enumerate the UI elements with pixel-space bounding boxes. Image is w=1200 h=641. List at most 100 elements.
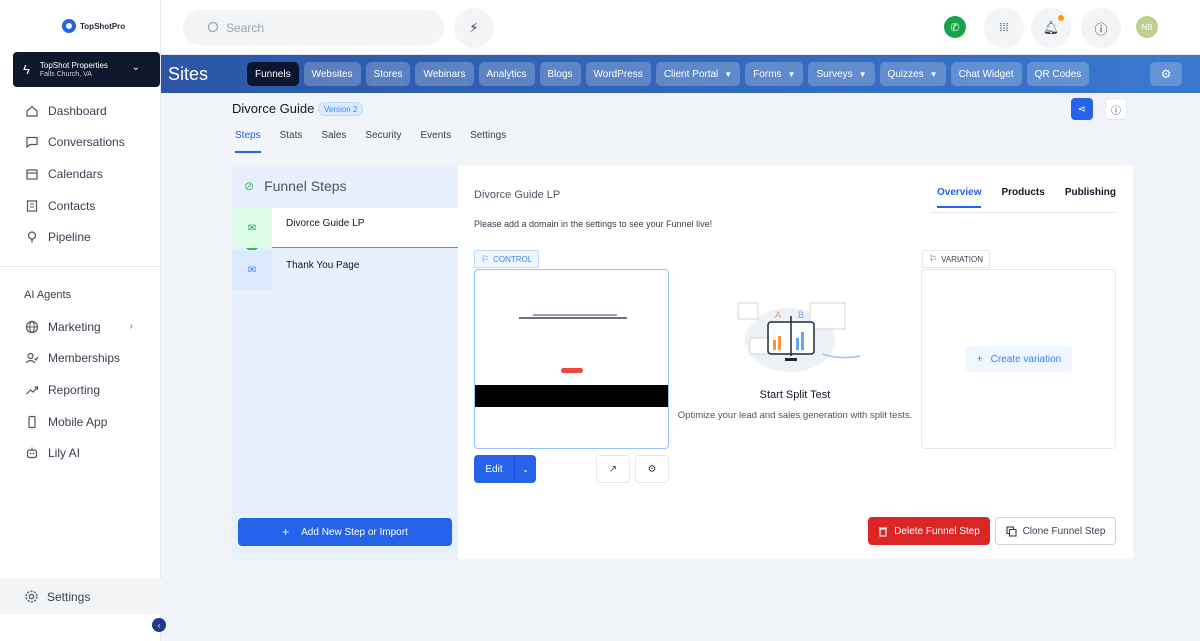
tab-products[interactable]: Products xyxy=(1001,187,1044,208)
tab-stats[interactable]: Stats xyxy=(280,130,303,153)
phone-icon: ✆ xyxy=(950,21,960,34)
help-button[interactable]: ⓘ xyxy=(1081,8,1121,48)
logo-icon xyxy=(62,19,76,33)
share-icon: ⋖ xyxy=(1077,103,1087,115)
notifications-button[interactable]: 🔔︎ xyxy=(1031,8,1071,48)
preview-headline xyxy=(533,314,617,316)
sidebar-item-label: Pipeline xyxy=(48,230,91,245)
account-location: Falls Church, VA xyxy=(39,71,92,78)
svg-text:A: A xyxy=(775,310,781,320)
tab-steps[interactable]: Steps xyxy=(235,130,261,153)
step-settings-button[interactable]: ⚙ xyxy=(635,455,669,483)
funnel-title: Divorce Guide xyxy=(232,101,315,116)
step-view-tabs: Overview Products Publishing xyxy=(937,187,1136,208)
tab-webinars[interactable]: Webinars xyxy=(415,62,474,86)
version-badge[interactable]: Version 2 xyxy=(318,102,364,116)
flag-icon: ⚐ xyxy=(481,253,490,264)
sidebar-item-pipeline[interactable]: Pipeline xyxy=(0,221,161,253)
chevron-down-icon[interactable]: ⌄ xyxy=(515,465,536,474)
tab-publishing[interactable]: Publishing xyxy=(1065,187,1116,208)
step-label: Thank You Page xyxy=(286,260,360,271)
sidebar-item-label: Calendars xyxy=(48,166,103,181)
lightning-icon: ⚡︎ xyxy=(469,20,479,35)
trend-icon xyxy=(24,382,40,398)
control-label: CONTROL xyxy=(493,254,533,264)
sidebar-item-mobile-app[interactable]: Mobile App xyxy=(0,406,161,438)
share-button[interactable]: ⋖ xyxy=(1071,98,1093,120)
open-preview-button[interactable]: ↗ xyxy=(596,455,630,483)
step-item-thank-you-page[interactable]: ✉ Thank You Page xyxy=(232,250,458,290)
brand-name: TopShotPro xyxy=(80,21,126,31)
tab-funnels[interactable]: Funnels xyxy=(247,62,299,86)
tab-settings[interactable]: Settings xyxy=(470,130,506,153)
tab-blogs[interactable]: Blogs xyxy=(539,62,581,86)
tab-sales[interactable]: Sales xyxy=(321,130,346,153)
sidebar-item-reporting[interactable]: Reporting xyxy=(0,374,161,406)
tab-events[interactable]: Events xyxy=(421,130,452,153)
sidebar-item-settings[interactable]: Settings xyxy=(0,579,161,614)
account-switcher[interactable]: ϟ TopShot Properties Falls Church, VA ⌄ xyxy=(13,52,160,87)
tab-stores[interactable]: Stores xyxy=(365,62,411,86)
apps-menu-button[interactable]: ⁞⁞⁞ xyxy=(984,8,1024,48)
svg-text:B: B xyxy=(798,310,804,320)
funnel-tabs: Steps Stats Sales Security Events Settin… xyxy=(235,130,525,153)
check-circle-icon: ⊘ xyxy=(244,179,255,193)
create-variation-button[interactable]: + Create variation xyxy=(966,346,1072,372)
delete-step-label: Delete Funnel Step xyxy=(894,525,980,537)
notification-dot xyxy=(1058,15,1064,21)
plus-icon: + xyxy=(976,353,983,365)
tab-websites[interactable]: Websites xyxy=(303,62,361,86)
trash-icon xyxy=(878,526,888,537)
sidebar-item-lily-ai[interactable]: Lily AI xyxy=(0,437,161,469)
variation-label: VARIATION xyxy=(941,254,984,264)
tab-security[interactable]: Security xyxy=(365,130,401,153)
sidebar-item-calendars[interactable]: Calendars xyxy=(0,158,161,190)
preview-subline xyxy=(519,317,627,319)
tab-surveys[interactable]: Surveys ▼ xyxy=(808,62,875,86)
tab-label: Quizzes xyxy=(887,68,924,80)
brand-logo[interactable]: TopShotPro xyxy=(62,19,125,33)
sidebar-item-label: Dashboard xyxy=(48,103,107,118)
chevron-left-icon: ‹ xyxy=(157,620,161,630)
page-preview-thumbnail[interactable] xyxy=(474,269,669,449)
bell-icon: 🔔︎ xyxy=(1042,20,1060,35)
quick-action-button[interactable]: ⚡︎ xyxy=(454,8,494,48)
membership-icon xyxy=(24,350,40,366)
sidebar-item-label: Lily AI xyxy=(48,446,81,461)
sidebar-section-label[interactable]: AI Agents xyxy=(24,289,71,301)
grid-icon: ⁞⁞⁞ xyxy=(999,22,1009,34)
tab-overview[interactable]: Overview xyxy=(937,187,982,208)
tab-label: Surveys xyxy=(816,68,853,80)
chevron-right-icon: › xyxy=(129,321,133,333)
avatar[interactable]: NB xyxy=(1136,16,1158,38)
sidebar-item-memberships[interactable]: Memberships xyxy=(0,343,161,375)
sidebar-item-marketing[interactable]: Marketing › xyxy=(0,311,161,343)
tab-chat-widget[interactable]: Chat Widget xyxy=(950,62,1022,86)
edit-button[interactable]: Edit ⌄ xyxy=(474,455,536,483)
sidebar-item-dashboard[interactable]: Dashboard xyxy=(0,95,161,127)
sidebar-item-conversations[interactable]: Conversations xyxy=(0,127,161,159)
tab-client-portal[interactable]: Client Portal ▼ xyxy=(655,62,741,86)
funnel-info-button[interactable]: ⓘ xyxy=(1105,98,1127,120)
preview-footer xyxy=(475,385,668,407)
delete-step-button[interactable]: Delete Funnel Step xyxy=(868,517,990,545)
sidebar-item-contacts[interactable]: Contacts xyxy=(0,190,161,222)
sites-settings-button[interactable]: ⚙ xyxy=(1150,62,1182,86)
add-step-button[interactable]: + Add New Step or Import xyxy=(238,518,452,546)
tab-analytics[interactable]: Analytics xyxy=(478,62,535,86)
sidebar-divider xyxy=(0,266,161,267)
tab-label: Client Portal xyxy=(663,68,719,80)
gear-icon: ⚙ xyxy=(647,463,657,475)
tab-wordpress[interactable]: WordPress xyxy=(585,62,651,86)
clone-step-button[interactable]: Clone Funnel Step xyxy=(995,517,1116,545)
step-item-divorce-guide-lp[interactable]: ✉ Divorce Guide LP xyxy=(232,208,458,248)
tab-quizzes[interactable]: Quizzes ▼ xyxy=(879,62,946,86)
home-icon xyxy=(24,103,40,119)
search-input[interactable]: Search xyxy=(183,10,444,45)
sidebar: TopShotPro ϟ TopShot Properties Falls Ch… xyxy=(0,0,166,641)
tab-qr-codes[interactable]: QR Codes xyxy=(1026,62,1090,86)
phone-call-button[interactable]: ✆ xyxy=(944,16,966,38)
tab-forms[interactable]: Forms ▼ xyxy=(745,62,804,86)
collapse-sidebar-button[interactable]: ‹ xyxy=(152,618,166,632)
sites-nav-bar: Sites Funnels Websites Stores Webinars A… xyxy=(161,55,1200,93)
